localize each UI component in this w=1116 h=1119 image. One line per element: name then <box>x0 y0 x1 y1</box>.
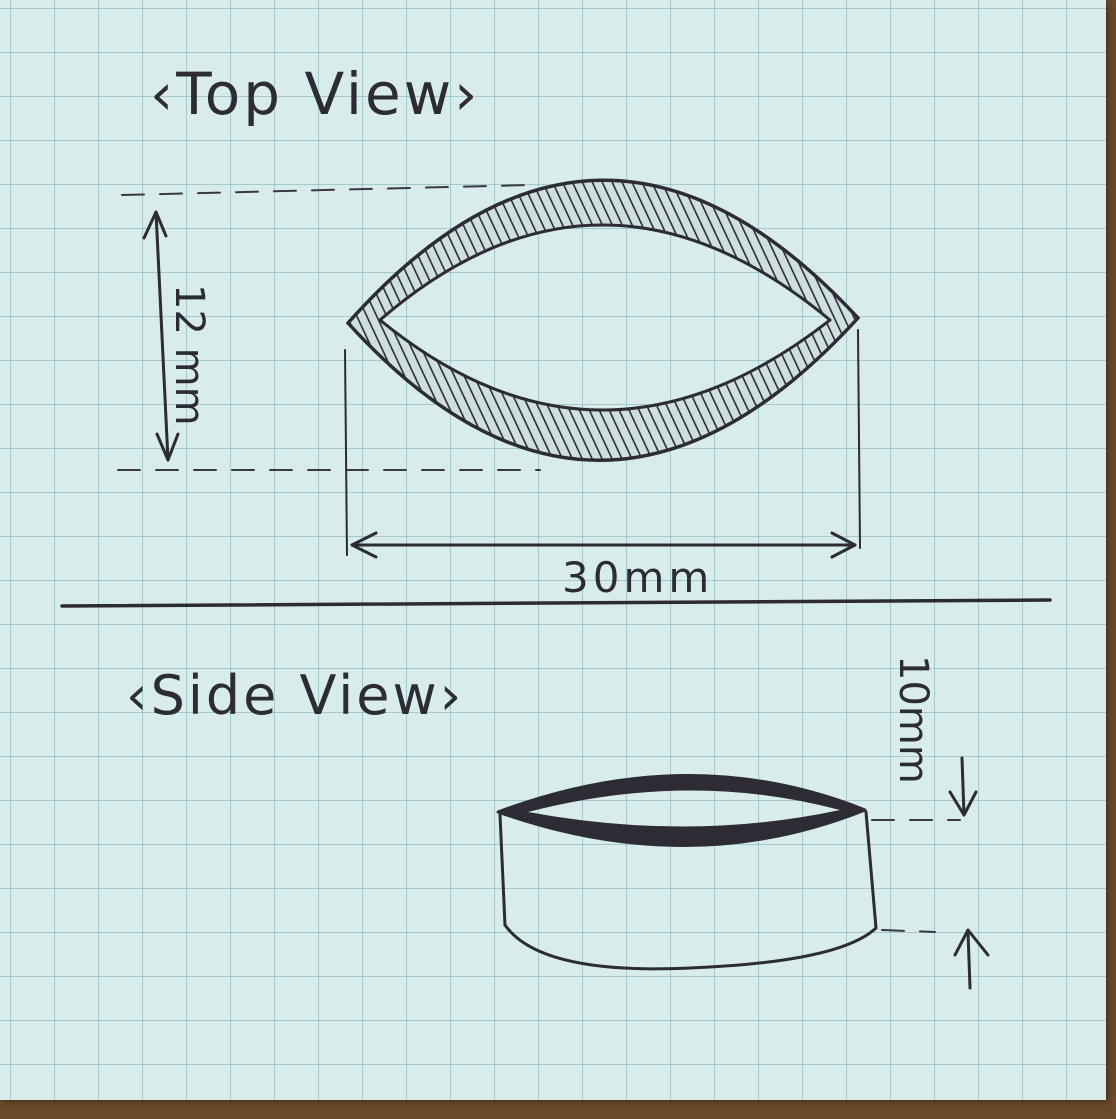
side-view-title: ‹Side View› <box>126 664 464 727</box>
right-extension-line <box>857 329 861 549</box>
side-view-ring <box>496 774 878 971</box>
left-extension-line <box>344 349 348 556</box>
top-view-eye-ring <box>346 178 860 462</box>
side-bottom-extension-line <box>881 929 936 933</box>
top-extension-line <box>121 184 531 196</box>
sketch-drawing: ‹Top View› 12 mm 30mm ‹Side View› 10mm <box>60 60 1052 990</box>
width-dimension-label: 30mm <box>562 553 713 602</box>
section-divider <box>60 598 1052 608</box>
height-dimension-label: 12 mm <box>166 284 212 426</box>
side-height-arrow-top <box>948 756 978 817</box>
top-view-title: ‹Top View› <box>150 60 480 128</box>
side-height-arrow-bottom <box>953 928 990 990</box>
side-height-label: 10mm <box>890 655 936 784</box>
